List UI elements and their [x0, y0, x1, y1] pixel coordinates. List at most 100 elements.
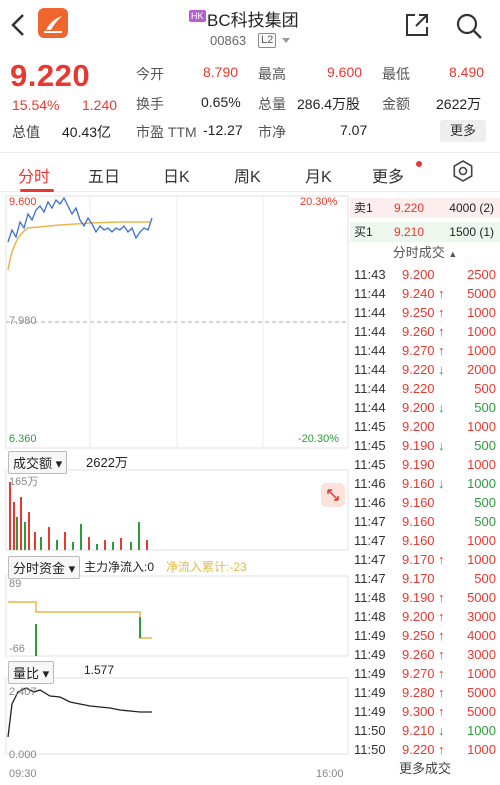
trade-volume: 1000 — [467, 324, 496, 339]
trade-volume: 1000 — [467, 742, 496, 757]
trade-time: 11:44 — [354, 381, 386, 396]
trade-direction-icon: ↓ — [438, 476, 445, 491]
tab-weekly-k[interactable]: 周K — [234, 163, 261, 187]
trade-direction-icon: ↓ — [438, 723, 445, 738]
trade-direction-icon: ↑ — [438, 590, 445, 605]
more-trades-button[interactable]: 更多成交 — [350, 758, 500, 777]
volume-bar — [40, 537, 42, 550]
stat-pb-label: 市净 — [258, 124, 286, 140]
app-logo[interactable] — [38, 8, 68, 38]
back-arrow-icon[interactable] — [8, 12, 28, 38]
expand-icon[interactable] — [321, 483, 345, 507]
bid-row: 买1 9.210 1500 (1) — [350, 222, 500, 242]
trade-row: 11:44 9.250 ↑ 1000 — [354, 303, 496, 322]
flow-bottom-label: -66 — [9, 643, 25, 655]
stat-turnover-label: 换手 — [136, 96, 164, 112]
trade-time: 11:49 — [354, 628, 386, 643]
trade-volume: 1000 — [467, 666, 496, 681]
ask-price: 9.220 — [394, 201, 425, 215]
trade-volume: 5000 — [467, 685, 496, 700]
trade-volume: 5000 — [467, 704, 496, 719]
stat-high-label: 最高 — [258, 66, 286, 82]
trade-volume: 1000 — [467, 305, 496, 320]
flow-indicator-select[interactable]: 分时资金 ▾ — [8, 556, 81, 579]
trade-row: 11:50 9.220 ↑ 1000 — [354, 740, 496, 759]
trade-time: 11:47 — [354, 514, 386, 529]
ask-row: 卖1 9.220 4000 (2) — [350, 198, 500, 218]
trade-time: 11:46 — [354, 495, 386, 510]
trade-volume: 1000 — [467, 343, 496, 358]
stat-amount-value: 2622万 — [436, 96, 482, 112]
volume-indicator-select[interactable]: 成交额 ▾ — [8, 451, 68, 474]
trade-price: 9.240 — [402, 286, 435, 301]
trade-volume: 3000 — [467, 609, 496, 624]
trade-time: 11:44 — [354, 343, 386, 358]
trade-direction-icon: ↑ — [438, 343, 445, 358]
trade-price: 9.250 — [402, 305, 435, 320]
trade-direction-icon: ↑ — [438, 609, 445, 624]
tab-daily-k[interactable]: 日K — [163, 163, 190, 187]
ask-label: 卖1 — [354, 201, 373, 215]
search-icon[interactable] — [455, 12, 483, 40]
trade-row: 11:49 9.300 ↑ 5000 — [354, 702, 496, 721]
more-button[interactable]: 更多 — [440, 120, 486, 142]
share-icon[interactable] — [404, 12, 430, 38]
volume-bar — [13, 502, 15, 550]
trade-price: 9.190 — [402, 590, 435, 605]
trade-price: 9.280 — [402, 685, 435, 700]
trade-volume: 500 — [474, 495, 496, 510]
trade-volume: 5000 — [467, 286, 496, 301]
volume-bar — [96, 544, 98, 550]
trade-price: 9.270 — [402, 343, 435, 358]
gear-icon[interactable] — [452, 160, 474, 182]
trade-volume: 1000 — [467, 552, 496, 567]
market-badge: HK — [189, 10, 206, 22]
tab-five-day[interactable]: 五日 — [88, 163, 120, 187]
stat-high-value: 9.600 — [327, 64, 363, 80]
trade-row: 11:49 9.260 ↑ 3000 — [354, 645, 496, 664]
volume-bar — [9, 482, 11, 550]
trade-direction-icon: ↑ — [438, 666, 445, 681]
trade-volume: 1000 — [467, 457, 496, 472]
trade-price: 9.220 — [402, 362, 435, 377]
trade-price: 9.160 — [402, 533, 435, 548]
trade-row: 11:47 9.170 500 — [354, 569, 496, 588]
market-cap-label: 总值 — [12, 124, 40, 140]
trade-direction-icon: ↓ — [438, 438, 445, 453]
volume-bar — [64, 532, 66, 550]
trades-header-label: 分时成交 — [392, 245, 445, 260]
trade-price: 9.300 — [402, 704, 435, 719]
trade-time: 11:46 — [354, 476, 386, 491]
tab-intraday[interactable]: 分时 — [18, 163, 50, 187]
stat-pe-label: 市盈 TTM — [136, 124, 197, 140]
chevron-down-icon: ▾ — [55, 456, 63, 471]
trade-price: 9.200 — [402, 419, 435, 434]
volume-bar — [34, 532, 36, 550]
trade-row: 11:44 9.220 500 — [354, 379, 496, 398]
average-price-line — [7, 221, 150, 271]
chevron-down-icon[interactable] — [282, 38, 290, 43]
tab-monthly-k[interactable]: 月K — [305, 163, 332, 187]
trade-row: 11:47 9.160 500 — [354, 512, 496, 531]
trade-direction-icon: ↑ — [438, 685, 445, 700]
volume-bar — [48, 527, 50, 550]
time-end-label: 16:00 — [316, 768, 344, 780]
trade-time: 11:49 — [354, 685, 386, 700]
trade-volume: 500 — [474, 571, 496, 586]
stat-open-value: 8.790 — [203, 64, 239, 80]
trade-direction-icon: ↑ — [438, 305, 445, 320]
stat-amount-label: 金额 — [382, 96, 410, 112]
trade-price: 9.200 — [402, 400, 435, 415]
trade-time: 11:49 — [354, 704, 386, 719]
trade-row: 11:46 9.160 500 — [354, 493, 496, 512]
ratio-indicator-select[interactable]: 量比 ▾ — [8, 661, 55, 684]
trade-row: 11:50 9.210 ↓ 1000 — [354, 721, 496, 740]
trade-row: 11:44 9.260 ↑ 1000 — [354, 322, 496, 341]
tab-more[interactable]: 更多 — [372, 163, 404, 187]
time-start-label: 09:30 — [9, 768, 37, 780]
stock-name[interactable]: BC科技集团 — [207, 6, 299, 31]
volume-bar — [130, 542, 132, 550]
trades-header[interactable]: 分时成交 ▲ — [350, 242, 500, 264]
volume-bar — [20, 497, 22, 550]
caret-up-icon: ▲ — [448, 249, 458, 259]
